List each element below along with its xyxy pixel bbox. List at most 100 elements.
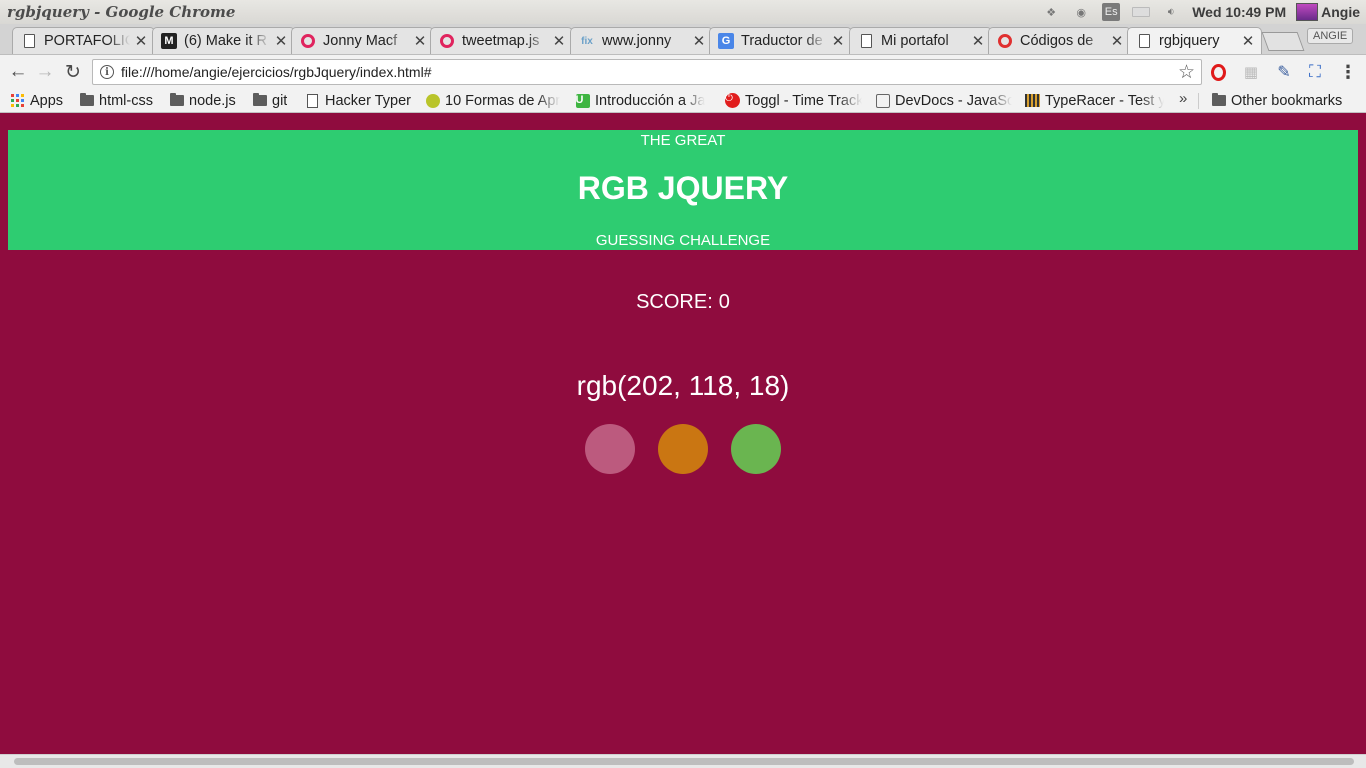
lime-icon xyxy=(425,93,440,108)
color-option-3[interactable] xyxy=(731,424,781,474)
color-option-1[interactable] xyxy=(585,424,635,474)
volume-icon[interactable]: 🔉︎ xyxy=(1162,4,1180,20)
tab-make-it[interactable]: M (6) Make it R ✕ xyxy=(152,27,295,54)
document-icon xyxy=(1136,33,1152,49)
close-icon[interactable]: ✕ xyxy=(552,32,566,50)
target-color-text: rgb(202, 118, 18) xyxy=(576,370,790,401)
network-icon[interactable]: ◉ xyxy=(1072,4,1090,20)
color-picker-extension-icon[interactable]: ✎ xyxy=(1274,62,1294,82)
dribbble-icon xyxy=(439,33,455,49)
document-icon xyxy=(21,33,37,49)
apps-icon xyxy=(10,94,25,108)
game-title: RGB JQUERY xyxy=(577,170,789,206)
close-icon[interactable]: ✕ xyxy=(1241,32,1255,50)
close-icon[interactable]: ✕ xyxy=(413,32,427,50)
bookmark-10-formas[interactable]: 10 Formas de Apr xyxy=(425,90,563,111)
os-top-bar: rgbjquery - Google Chrome ❖ ◉ Es 🔉︎ Wed … xyxy=(0,0,1366,24)
header-bottom-text: GUESSING CHALLENGE xyxy=(595,232,771,249)
bookmark-star-icon[interactable]: ☆ xyxy=(1178,61,1195,84)
bookmark-other-bookmarks[interactable]: Other bookmarks xyxy=(1211,90,1342,111)
battery-icon[interactable] xyxy=(1132,4,1151,20)
tab-jonny-macf[interactable]: Jonny Macf ✕ xyxy=(291,27,434,54)
user-name[interactable]: Angie xyxy=(1321,4,1360,20)
bookmark-label: Apps xyxy=(30,92,64,109)
bookmark-label: Hacker Typer xyxy=(325,92,411,109)
toggl-icon: ⏻ xyxy=(725,93,740,108)
bookmark-folder-html-css[interactable]: html-css xyxy=(79,90,153,111)
folder-icon xyxy=(252,93,267,108)
game-header: THE GREAT RGB JQUERY GUESSING CHALLENGE xyxy=(8,130,1358,250)
tab-rgbjquery[interactable]: rgbjquery ✕ xyxy=(1127,27,1262,54)
tab-traductor[interactable]: G Traductor de ✕ xyxy=(709,27,852,54)
url-text[interactable]: file:///home/angie/ejercicios/rgbJquery/… xyxy=(121,64,432,80)
tab-label: Traductor de xyxy=(741,33,823,49)
bookmark-introduccion[interactable]: U Introducción a Ja xyxy=(575,90,713,111)
typeracer-icon xyxy=(1025,94,1040,108)
bookmark-hacker-typer[interactable]: Hacker Typer xyxy=(305,90,411,111)
screenshot-extension-icon[interactable]: ⛶ xyxy=(1305,62,1325,82)
score-display: SCORE: 0 xyxy=(0,291,1366,314)
bookmark-devdocs[interactable]: DevDocs - JavaSc xyxy=(875,90,1012,111)
browser-toolbar: ← → ↻ i file:///home/angie/ejercicios/rg… xyxy=(0,54,1366,88)
clock[interactable]: Wed 10:49 PM xyxy=(1192,4,1286,20)
tab-label: tweetmap.js xyxy=(462,33,540,49)
tab-label: PORTAFOLIO xyxy=(44,33,130,49)
bookmarks-divider xyxy=(1198,93,1199,109)
back-button[interactable]: ← xyxy=(6,60,30,84)
bookmark-apps[interactable]: Apps xyxy=(10,90,63,111)
close-icon[interactable]: ✕ xyxy=(1110,32,1124,50)
more-bookmarks-button[interactable]: » xyxy=(1179,90,1187,107)
grid-extension-icon[interactable]: ▦ xyxy=(1241,62,1261,82)
close-icon[interactable]: ✕ xyxy=(692,32,706,50)
bookmark-typeracer[interactable]: TypeRacer - Test y xyxy=(1025,90,1164,111)
scrollbar-thumb[interactable] xyxy=(14,758,1354,765)
color-option-2[interactable] xyxy=(658,424,708,474)
dropbox-icon[interactable]: ❖ xyxy=(1042,4,1060,20)
window-title: rgbjquery - Google Chrome xyxy=(7,3,236,21)
tab-tweetmap[interactable]: tweetmap.js ✕ xyxy=(430,27,573,54)
google-translate-icon: G xyxy=(718,33,734,49)
bookmark-label: Other bookmarks xyxy=(1231,92,1343,109)
udacity-icon: U xyxy=(575,93,590,108)
tab-label: Mi portafol xyxy=(881,33,949,49)
system-tray: ❖ ◉ Es 🔉︎ Wed 10:49 PM Angie xyxy=(1042,0,1366,24)
tab-label: www.jonny xyxy=(602,33,672,49)
close-icon[interactable]: ✕ xyxy=(274,32,288,50)
keyboard-layout-indicator[interactable]: Es xyxy=(1102,3,1121,21)
horizontal-scrollbar[interactable] xyxy=(0,754,1366,768)
user-avatar-icon[interactable] xyxy=(1296,3,1319,21)
color-options xyxy=(0,424,1366,474)
bookmark-label: git xyxy=(272,92,288,109)
close-icon[interactable]: ✕ xyxy=(134,32,148,50)
tab-mi-portafolio[interactable]: Mi portafol ✕ xyxy=(849,27,992,54)
folder-icon xyxy=(79,93,94,108)
game-page: THE GREAT RGB JQUERY GUESSING CHALLENGE … xyxy=(0,114,1366,754)
tab-label: (6) Make it R xyxy=(184,33,267,49)
forward-button[interactable]: → xyxy=(33,60,57,84)
header-top-text: THE GREAT xyxy=(640,132,726,149)
folder-icon xyxy=(1211,93,1226,108)
bookmark-label: 10 Formas de Apr xyxy=(445,92,561,109)
document-icon xyxy=(858,33,874,49)
tab-www-jonny[interactable]: fix www.jonny ✕ xyxy=(570,27,713,54)
tab-portafolio[interactable]: PORTAFOLIO ✕ xyxy=(12,27,155,54)
bookmark-folder-nodejs[interactable]: node.js xyxy=(169,90,236,111)
profile-badge[interactable]: ANGIE xyxy=(1307,28,1354,44)
reload-button[interactable]: ↻ xyxy=(61,60,85,84)
bookmark-folder-git[interactable]: git xyxy=(252,90,287,111)
fix-icon: fix xyxy=(581,35,593,47)
opera-extension-icon[interactable] xyxy=(1211,64,1226,81)
bookmark-label: html-css xyxy=(99,92,153,109)
new-tab-button[interactable] xyxy=(1261,32,1305,51)
close-icon[interactable]: ✕ xyxy=(831,32,845,50)
bookmark-label: TypeRacer - Test y xyxy=(1045,92,1164,109)
bookmark-label: DevDocs - JavaSc xyxy=(895,92,1012,109)
bookmark-label: node.js xyxy=(189,92,236,109)
close-icon[interactable]: ✕ xyxy=(971,32,985,50)
opera-icon xyxy=(997,33,1013,49)
chrome-menu-icon[interactable]: ⋮ xyxy=(1338,62,1358,82)
info-icon[interactable]: i xyxy=(100,65,114,79)
address-bar[interactable]: i file:///home/angie/ejercicios/rgbJquer… xyxy=(92,59,1202,85)
tab-codigos[interactable]: Códigos de ✕ xyxy=(988,27,1131,54)
bookmark-toggl[interactable]: ⏻ Toggl - Time Track xyxy=(725,90,862,111)
